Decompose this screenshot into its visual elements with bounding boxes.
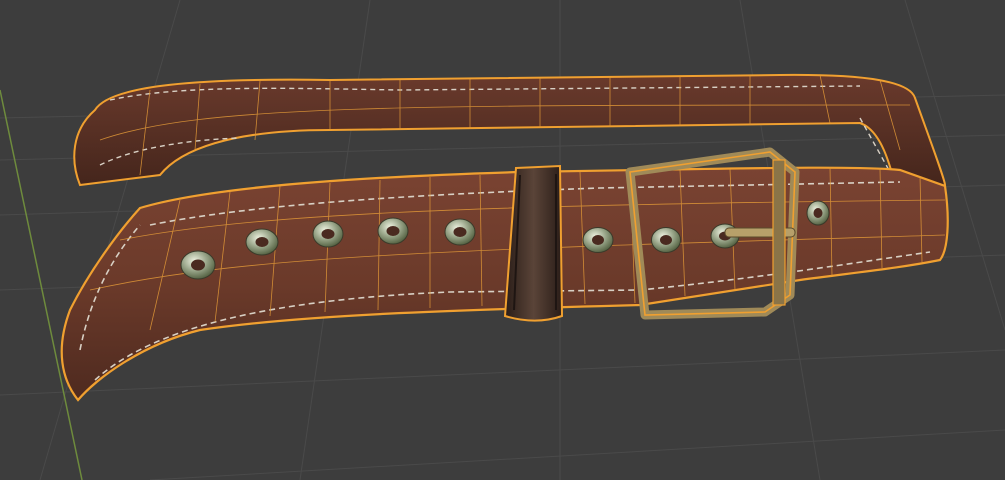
y-axis-line: [0, 89, 83, 480]
eyelet: [582, 227, 614, 253]
eyelet: [651, 227, 681, 253]
3d-viewport[interactable]: [0, 0, 1005, 480]
belt-loop[interactable]: [503, 164, 564, 322]
eyelet: [377, 217, 409, 245]
buckle-bar: [772, 159, 786, 306]
eyelet: [444, 218, 476, 246]
eyelet: [180, 250, 216, 280]
viewport-canvas[interactable]: [0, 0, 1005, 480]
eyelet: [312, 220, 344, 248]
eyelet: [806, 200, 830, 226]
eyelet: [245, 228, 279, 256]
